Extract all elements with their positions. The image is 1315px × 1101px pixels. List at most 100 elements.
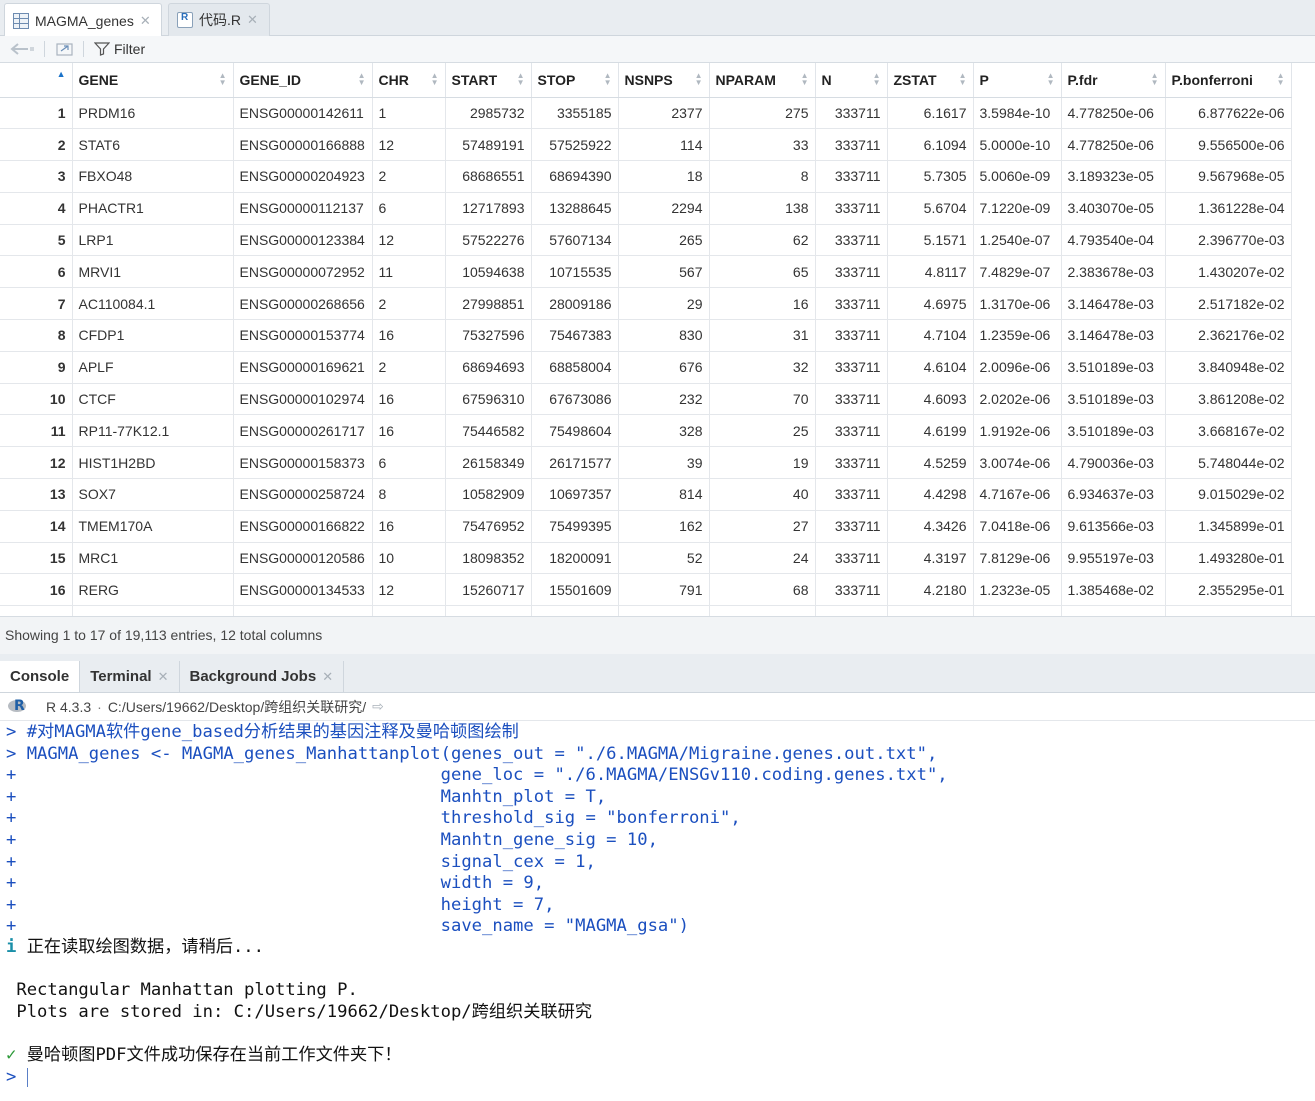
column-header-nparam[interactable]: NPARAM ▲ ▼ xyxy=(709,63,816,98)
table-cell: 333711 xyxy=(815,192,888,225)
table-cell: 4.778250e-06 xyxy=(1061,97,1166,130)
table-cell: 9.613566e-03 xyxy=(1061,510,1166,543)
table-cell: ENSG00000134533 xyxy=(233,573,373,607)
table-cell: 75499395 xyxy=(531,510,619,543)
console-text: Manhtn_gene_sig = 10, xyxy=(16,830,658,850)
column-header-zstat[interactable]: ZSTAT ▲ ▼ xyxy=(887,63,974,98)
sort-icon: ▲ ▼ xyxy=(872,71,881,87)
table-cell: 4.5259 xyxy=(887,446,974,480)
table-row[interactable]: 4 PHACTR1 ENSG00000112137 6 12717893 13288645… xyxy=(0,192,1292,225)
table-row[interactable]: 5 LRP1 ENSG00000123384 12 57522276 57607134 26… xyxy=(0,224,1292,257)
console-prompt: > xyxy=(6,1067,17,1087)
table-cell: 75467383 xyxy=(531,319,619,352)
table-cell: 8 xyxy=(709,160,816,193)
table-row[interactable]: 15 MRC1 ENSG00000120586 10 18098352 18200091 5… xyxy=(0,542,1292,575)
table-row[interactable]: 10 CTCF ENSG00000102974 16 67596310 67673086 2… xyxy=(0,383,1292,416)
table-cell: 333711 xyxy=(815,351,888,384)
back-button[interactable] xyxy=(10,42,36,56)
column-header-rownum[interactable]: ▲ xyxy=(0,63,73,98)
table-row[interactable]: 3 FBXO48 ENSG00000204923 2 68686551 68694390 1… xyxy=(0,160,1292,193)
table-cell: PHACTR1 xyxy=(72,192,234,225)
table-cell: 333711 xyxy=(815,287,888,321)
table-row[interactable]: 2 STAT6 ENSG00000166888 12 57489191 57525922 1… xyxy=(0,128,1292,162)
table-cell: 4.6199 xyxy=(887,414,974,448)
tab-magma-genes[interactable]: MAGMA_genes ✕ xyxy=(4,3,162,37)
table-cell: 2 xyxy=(372,287,446,321)
column-header-gene[interactable]: GENE ▲ ▼ xyxy=(72,63,234,98)
table-cell: 567 xyxy=(618,255,710,289)
table-cell: 52 xyxy=(618,542,710,575)
sort-icon: ▲ ▼ xyxy=(694,71,703,87)
table-cell: 16 xyxy=(372,319,446,352)
row-number: 1 xyxy=(0,97,73,130)
table-cell: ENSG00000120586 xyxy=(233,542,373,575)
table-cell: ENSG00000166822 xyxy=(233,510,373,543)
column-header-p[interactable]: P ▲ ▼ xyxy=(973,63,1062,98)
table-row[interactable]: 16 RERG ENSG00000134533 12 15260717 15501609 7… xyxy=(0,573,1292,607)
table-row[interactable]: 7 AC110084.1 ENSG00000268656 2 27998851 28009… xyxy=(0,287,1292,321)
row-number: 10 xyxy=(0,383,73,416)
close-icon[interactable]: ✕ xyxy=(158,669,169,685)
table-cell: 232 xyxy=(618,383,710,416)
console-text: threshold_sig = "bonferroni", xyxy=(16,808,741,828)
row-number: 13 xyxy=(0,478,73,511)
table-cell: ENSG00000204923 xyxy=(233,160,373,193)
table-cell: 4.2180 xyxy=(887,573,974,607)
table-cell: 10697357 xyxy=(531,478,619,511)
column-header-n[interactable]: N ▲ ▼ xyxy=(815,63,888,98)
working-directory[interactable]: C:/Users/19662/Desktop/跨组织关联研究/ xyxy=(108,697,366,717)
table-row[interactable]: 13 SOX7 ENSG00000258724 8 10582909 10697357 81… xyxy=(0,478,1292,511)
column-header-chr[interactable]: CHR ▲ ▼ xyxy=(372,63,446,98)
table-cell: 62 xyxy=(709,224,816,257)
table-cell: 265 xyxy=(618,224,710,257)
table-cell: 4.790036e-03 xyxy=(1061,446,1166,480)
table-cell: RP11-77K12.1 xyxy=(72,414,234,448)
table-cell: ENSG00000123384 xyxy=(233,224,373,257)
table-cell: 65 xyxy=(709,255,816,289)
table-cell: 1.361228e-04 xyxy=(1165,192,1292,225)
column-header-nsnps[interactable]: NSNPS ▲ ▼ xyxy=(618,63,710,98)
tab-terminal[interactable]: Terminal ✕ xyxy=(80,661,180,692)
tab-console[interactable]: Console xyxy=(0,661,81,692)
close-icon[interactable]: ✕ xyxy=(322,669,333,685)
table-cell: 26171577 xyxy=(531,446,619,480)
table-cell: 2294 xyxy=(618,192,710,225)
table-cell: 333711 xyxy=(815,573,888,607)
table-cell: 7.4829e-07 xyxy=(973,255,1062,289)
go-to-directory-icon[interactable]: ⇨ xyxy=(372,698,384,715)
table-row[interactable]: 6 MRVI1 ENSG00000072952 11 10594638 10715535 5… xyxy=(0,255,1292,289)
column-header-p-bonferroni[interactable]: P.bonferroni ▲ ▼ xyxy=(1165,63,1292,98)
console-text: Rectangular Manhattan plotting P. xyxy=(6,980,358,1000)
tab-code-r[interactable]: 代码.R ✕ xyxy=(168,3,270,36)
pane-splitter[interactable] xyxy=(0,654,1315,661)
table-cell xyxy=(815,605,888,616)
table-cell: 4.6104 xyxy=(887,351,974,384)
column-header-gene-id[interactable]: GENE_ID ▲ ▼ xyxy=(233,63,373,98)
r-file-icon xyxy=(177,12,193,28)
table-row[interactable]: 9 APLF ENSG00000169621 2 68694693 68858004 676… xyxy=(0,351,1292,384)
table-row[interactable]: 1 PRDM16 ENSG00000142611 1 2985732 3355185 237… xyxy=(0,97,1292,130)
table-cell: 27 xyxy=(709,510,816,543)
close-icon[interactable]: ✕ xyxy=(247,12,258,28)
console-output[interactable]: > #对MAGMA软件gene_based分析结果的基因注释及曼哈顿图绘制 > M… xyxy=(0,721,1315,1101)
column-header-p-fdr[interactable]: P.fdr ▲ ▼ xyxy=(1061,63,1166,98)
table-cell: 13288645 xyxy=(531,192,619,225)
popout-button[interactable] xyxy=(55,41,75,57)
table-row[interactable]: 11 RP11-77K12.1 ENSG00000261717 16 75446582 7… xyxy=(0,414,1292,448)
close-icon[interactable]: ✕ xyxy=(140,13,151,29)
console-text: Manhtn_plot = T, xyxy=(16,787,607,807)
tab-background-jobs[interactable]: Background Jobs ✕ xyxy=(180,661,345,692)
row-number: 12 xyxy=(0,446,73,480)
table-cell: 275 xyxy=(709,97,816,130)
column-header-stop[interactable]: STOP ▲ ▼ xyxy=(531,63,619,98)
table-cell: 333711 xyxy=(815,383,888,416)
filter-button[interactable]: Filter xyxy=(94,41,145,57)
table-cell: 10 xyxy=(372,542,446,575)
table-row[interactable]: 8 CFDP1 ENSG00000153774 16 75327596 75467383 8… xyxy=(0,319,1292,352)
table-cell: 3.840948e-02 xyxy=(1165,351,1292,384)
table-row[interactable]: 14 TMEM170A ENSG00000166822 16 75476952 75499… xyxy=(0,510,1292,543)
table-row[interactable]: 12 HIST1H2BD ENSG00000158373 6 26158349 26171… xyxy=(0,446,1292,480)
column-header-start[interactable]: START ▲ ▼ xyxy=(445,63,532,98)
table-cell: 68694693 xyxy=(445,351,532,384)
toolbar-divider xyxy=(83,41,84,57)
